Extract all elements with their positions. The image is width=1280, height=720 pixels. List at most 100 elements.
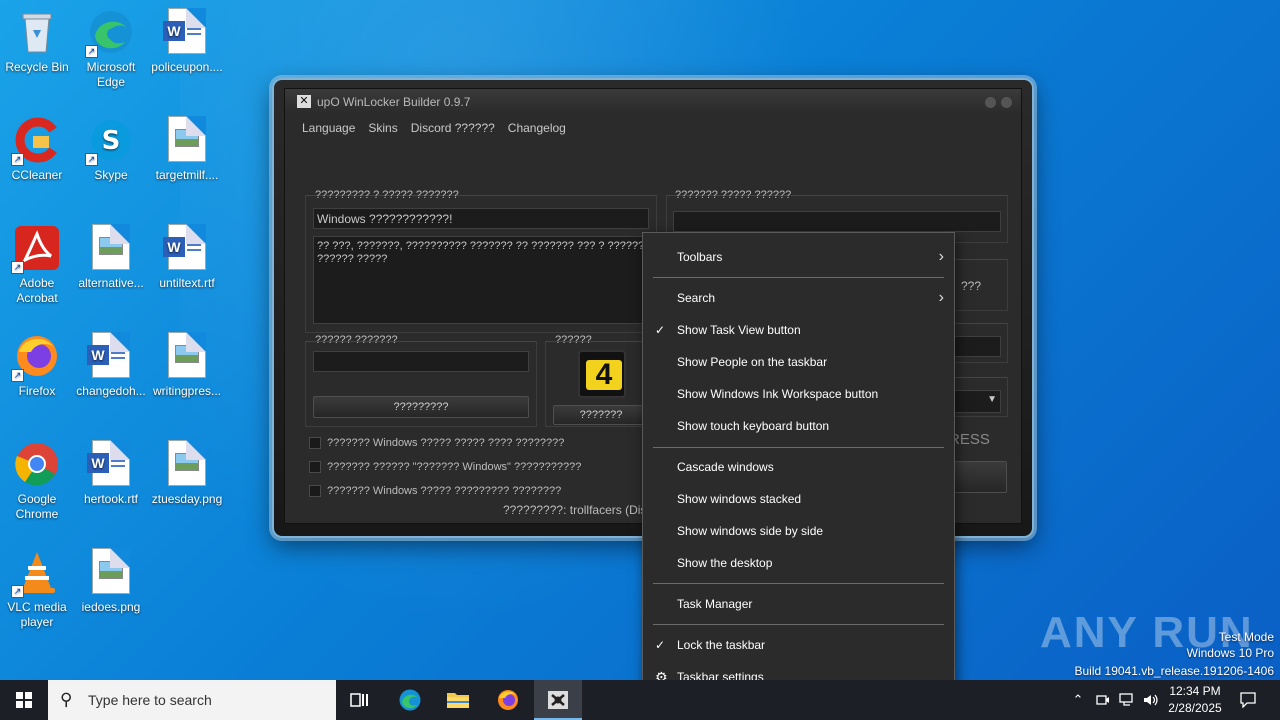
meet-now-icon[interactable] (1092, 680, 1114, 720)
chrome-icon (13, 440, 61, 488)
desktop-icon-recycle-bin[interactable]: Recycle Bin (0, 8, 74, 75)
menu-item-show-touch-keyboard[interactable]: Show touch keyboard button (643, 412, 954, 440)
action-center-icon[interactable] (1236, 680, 1260, 720)
checkmark-icon: ✓ (655, 638, 666, 652)
menu-item-label: Show touch keyboard button (677, 419, 830, 433)
desktop-icon-alternative[interactable]: alternative... (74, 224, 148, 291)
right-partial-word: RESS (949, 431, 990, 448)
checkbox-option-1[interactable]: ??????? Windows ????? ????? ???? ???????… (309, 437, 564, 449)
desktop-icon-changedoh[interactable]: W changedoh... (74, 332, 148, 399)
menu-item-show-people[interactable]: Show People on the taskbar (643, 348, 954, 376)
checkmark-icon: ✓ (655, 323, 666, 337)
checkbox[interactable] (309, 437, 321, 449)
desktop-icon-writingpres[interactable]: writingpres... (150, 332, 224, 399)
desktop-icon-ztuesday[interactable]: ztuesday.png (150, 440, 224, 507)
menu-item-show-desktop[interactable]: Show the desktop (643, 549, 954, 577)
desktop-icon-label: targetmilf.... (155, 168, 219, 182)
show-hidden-icons-chevron-icon[interactable]: ⌃ (1068, 680, 1088, 720)
menu-item-show-task-view[interactable]: ✓ Show Task View button (643, 316, 954, 344)
menu-item-show-windows-stacked[interactable]: Show windows stacked (643, 485, 954, 513)
file-explorer-icon[interactable] (434, 680, 482, 720)
firefox-taskbar-icon[interactable] (484, 680, 532, 720)
choose-icon-button[interactable]: ??????? (553, 405, 649, 425)
menu-item-show-ink-workspace[interactable]: Show Windows Ink Workspace button (643, 380, 954, 408)
svg-text:S: S (102, 126, 121, 156)
desktop-icon-targetmilf[interactable]: targetmilf.... (150, 116, 224, 183)
network-icon[interactable] (1116, 680, 1138, 720)
word-document-icon: W (163, 224, 211, 272)
menu-item-show-windows-side-by-side[interactable]: Show windows side by side (643, 517, 954, 545)
task-view-icon[interactable] (336, 680, 384, 720)
generate-code-button[interactable]: ????????? (313, 396, 529, 418)
desktop-icon-label: VLC media player (7, 600, 67, 629)
submenu-chevron-icon: › (938, 289, 944, 306)
menu-item-label: Task Manager (677, 597, 753, 611)
checkbox-option-3[interactable]: ??????? Windows ????? ????????? ???????? (309, 485, 561, 497)
watermark-build: Build 19041.vb_release.191206-1406 (1074, 664, 1275, 678)
menu-item-search[interactable]: Search › (643, 284, 954, 312)
app-footer-credits: ?????????: trollfacers (Dis (503, 503, 647, 517)
menu-item-task-manager[interactable]: Task Manager (643, 590, 954, 618)
image-file-icon (163, 440, 211, 488)
desktop-icon-hertook[interactable]: W hertook.rtf (74, 440, 148, 507)
menu-item-label: Lock the taskbar (677, 638, 766, 652)
search-placeholder: Type here to search (88, 692, 212, 708)
search-icon: ⚲ (60, 690, 73, 709)
checkbox[interactable] (309, 485, 321, 497)
message-group-label: ????????? ? ????? ??????? (315, 189, 459, 201)
desktop-icon-adobe-acrobat[interactable]: ↗ Adobe Acrobat (0, 224, 74, 306)
taskbar-clock[interactable]: 12:34 PM 2/28/2025 (1160, 683, 1230, 717)
right-top-input[interactable] (673, 211, 1001, 232)
menu-item-label: Show Task View button (677, 323, 801, 337)
winlocker-taskbar-icon[interactable] (534, 680, 582, 720)
desktop-icon-firefox[interactable]: ↗ Firefox (0, 332, 74, 399)
message-title-input[interactable]: Windows ????????????! (313, 208, 649, 229)
right-mid-input[interactable] (949, 336, 1001, 357)
message-body-textarea[interactable]: ?? ???, ???????, ?????????? ??????? ?? ?… (313, 236, 649, 324)
word-document-icon: W (87, 332, 135, 380)
checkbox[interactable] (309, 461, 321, 473)
watermark-test-mode: Test Mode (1218, 630, 1274, 644)
taskbar-search-box[interactable]: ⚲ Type here to search (48, 680, 336, 720)
menu-language[interactable]: Language (302, 121, 355, 135)
icon-group-label: ?????? (555, 334, 592, 346)
edge-icon: ↗ (85, 8, 135, 58)
desktop-icon-untiltext[interactable]: W untiltext.rtf (150, 224, 224, 291)
edge-taskbar-icon[interactable] (386, 680, 434, 720)
menu-separator (653, 447, 944, 448)
desktop-icon-label: iedoes.png (81, 600, 141, 614)
menu-item-lock-taskbar[interactable]: ✓ Lock the taskbar (643, 631, 954, 659)
shortcut-arrow-icon: ↗ (11, 153, 24, 166)
right-partial-text: ??? (961, 279, 982, 293)
desktop-icon-microsoft-edge[interactable]: ↗ Microsoft Edge (74, 8, 148, 90)
menu-skins[interactable]: Skins (368, 121, 397, 135)
minimize-button[interactable] (985, 97, 996, 108)
desktop-icon-ccleaner[interactable]: ↗ CCleaner (0, 116, 74, 183)
close-button[interactable] (1001, 97, 1012, 108)
desktop-icon-google-chrome[interactable]: Google Chrome (0, 440, 74, 522)
desktop-icon-label: Skype (94, 168, 128, 182)
shortcut-arrow-icon: ↗ (85, 45, 98, 58)
menu-changelog[interactable]: Changelog (508, 121, 566, 135)
desktop-icon-iedoes[interactable]: iedoes.png (74, 548, 148, 615)
taskbar[interactable]: ⚲ Type here to search ⌃ 12:34 PM 2/28/20… (0, 680, 1280, 720)
menu-discord[interactable]: Discord ?????? (411, 121, 495, 135)
window-titlebar[interactable]: ✕ upO WinLocker Builder 0.9.7 (285, 89, 1021, 115)
menu-item-cascade-windows[interactable]: Cascade windows (643, 453, 954, 481)
desktop-icon-vlc[interactable]: ↗ VLC media player (0, 548, 74, 630)
shortcut-arrow-icon: ↗ (11, 585, 24, 598)
desktop-icon-skype[interactable]: S ↗ Skype (74, 116, 148, 183)
start-button[interactable] (0, 680, 48, 720)
checkbox-option-2[interactable]: ??????? ?????? "??????? Windows" ???????… (309, 461, 581, 473)
volume-icon[interactable] (1140, 680, 1162, 720)
right-dropdown[interactable]: ▼ (949, 390, 1001, 413)
shortcut-arrow-icon: ↗ (11, 369, 24, 382)
desktop-icon-label: Microsoft Edge (86, 60, 136, 89)
image-file-icon (87, 548, 135, 596)
desktop-icon-policeupon[interactable]: W policeupon.... (150, 8, 224, 75)
menu-item-toolbars[interactable]: Toolbars › (643, 243, 954, 271)
ccleaner-icon: ↗ (11, 116, 61, 166)
code-input[interactable] (313, 351, 529, 372)
desktop-icon-label: CCleaner (11, 168, 63, 182)
right-large-button[interactable] (949, 461, 1007, 493)
